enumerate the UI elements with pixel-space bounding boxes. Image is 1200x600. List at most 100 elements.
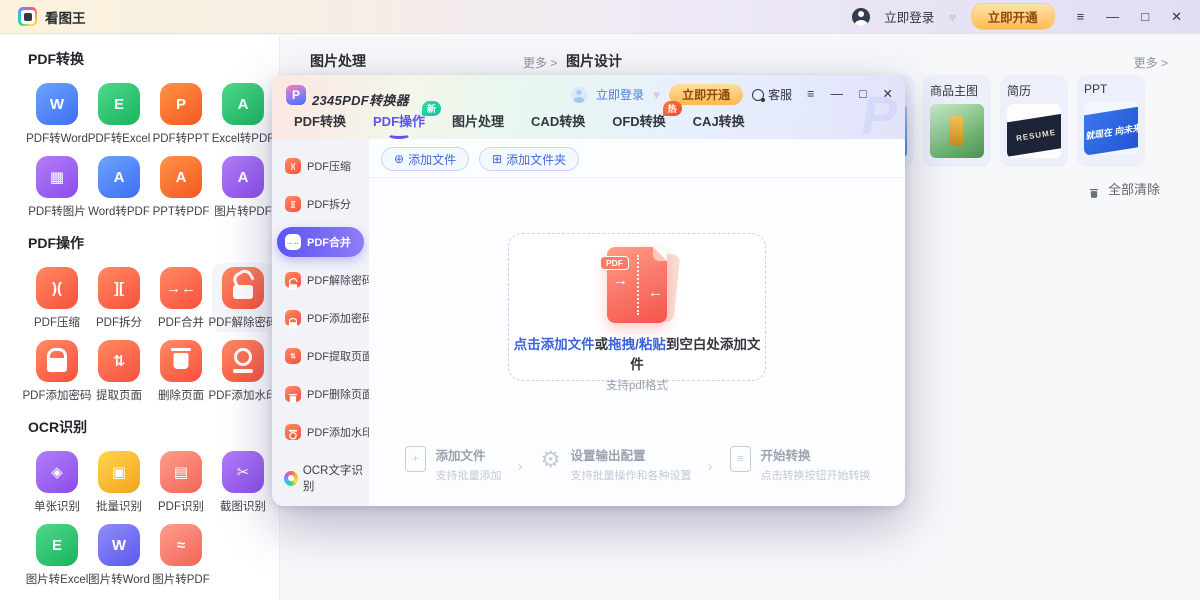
stamp-icon xyxy=(222,340,264,382)
more-link-image-design[interactable]: 更多 > xyxy=(1134,54,1168,71)
section-title: PDF操作 xyxy=(28,233,279,253)
app-title: 看图王 xyxy=(45,7,86,27)
merge-icon: →← xyxy=(286,235,300,249)
tab-PDF操作[interactable]: PDF操作新 xyxy=(373,111,425,130)
tool-item[interactable]: ▦PDF转图片 xyxy=(26,152,88,221)
add-file-icon: ⊕ xyxy=(394,152,404,166)
tool-item[interactable]: A 图片转PDF xyxy=(212,152,274,221)
tool-item[interactable]: ▤PDF识别 xyxy=(150,447,212,516)
tab-CAJ转换[interactable]: CAJ转换 xyxy=(693,111,745,130)
tool-item[interactable]: W图片转Word xyxy=(88,520,150,589)
add-file-step-icon: + xyxy=(404,445,428,473)
sidebar-item[interactable]: PDF解除密码 xyxy=(277,265,364,295)
sidebar-item[interactable]: PDF删除页面 xyxy=(277,379,364,409)
sidebar-item[interactable]: ⇅PDF提取页面 xyxy=(277,341,364,371)
tool-item[interactable]: WPDF转Word xyxy=(26,79,88,148)
upgrade-button[interactable]: 立即开通 xyxy=(971,3,1055,30)
login-link[interactable]: 立即登录 xyxy=(884,7,934,26)
menu-button[interactable]: ≡ xyxy=(807,88,814,101)
dialog-vip-heart-icon[interactable]: ♥ xyxy=(653,88,660,102)
card-art-text: RESUME xyxy=(1007,113,1061,158)
menu-button[interactable]: ≡ xyxy=(1077,10,1085,23)
tool-item[interactable]: ▣批量识别 xyxy=(88,447,150,516)
tool-item[interactable]: PDF添加水印 xyxy=(212,336,274,405)
tool-item[interactable]: E图片转Excel xyxy=(26,520,88,589)
single-ocr-icon: ◈ xyxy=(36,451,78,493)
tool-label: 删除页面 xyxy=(158,387,204,403)
compress-icon: )( xyxy=(286,159,300,173)
add-folder-button[interactable]: ⊞添加文件夹 xyxy=(479,147,579,171)
tool-item[interactable]: ≈图片转PDF xyxy=(150,520,212,589)
tool-label: PDF转Excel xyxy=(88,130,151,146)
design-card-ppt[interactable]: PPT就现在 向未来 xyxy=(1077,75,1145,167)
compress-icon: )( xyxy=(36,267,78,309)
tool-item[interactable]: PDF添加密码 xyxy=(26,336,88,405)
active-tab-underline xyxy=(387,130,411,139)
sidebar-footer-ocr[interactable]: OCR文字识别 xyxy=(284,462,369,494)
tool-item[interactable]: 删除页面 xyxy=(150,336,212,405)
tool-label: 单张识别 xyxy=(34,498,80,514)
tab-PDF转换[interactable]: PDF转换 xyxy=(294,111,346,130)
lock-icon xyxy=(36,340,78,382)
minimize-button[interactable]: — xyxy=(830,88,843,101)
compress-icon: )( xyxy=(285,158,301,174)
more-link-image-processing[interactable]: 更多 > xyxy=(523,54,557,71)
dialog-upgrade-button[interactable]: 立即开通 xyxy=(669,84,743,105)
dialog-support-button[interactable]: 客服 xyxy=(752,86,792,103)
tool-item[interactable]: AWord转PDF xyxy=(88,152,150,221)
dialog-login-link[interactable]: 立即登录 xyxy=(596,86,644,103)
file-plus-icon: + xyxy=(405,446,426,472)
tool-item[interactable]: →←PDF合并 xyxy=(150,263,212,332)
sidebar-item[interactable]: PDF添加密码 xyxy=(277,303,364,333)
dialog-sidebar: )(PDF压缩 ][PDF拆分 →←PDF合并 PDF解除密码 PDF添加密码 ⇅PDF提… xyxy=(272,139,369,506)
ppt-icon: P xyxy=(160,83,202,125)
clear-all-button[interactable]: 全部清除 xyxy=(1086,179,1160,198)
tool-item[interactable]: )(PDF压缩 xyxy=(26,263,88,332)
tool-item[interactable]: PDF解除密码 xyxy=(212,263,274,332)
sidebar-item[interactable]: ][PDF拆分 xyxy=(277,189,364,219)
tool-item[interactable]: ◈ 单张识别 xyxy=(26,447,88,516)
maximize-button[interactable]: □ xyxy=(1141,10,1149,23)
tool-label: PDF转PPT xyxy=(153,130,210,146)
vip-heart-icon[interactable]: ♥ xyxy=(948,9,956,25)
panel-title-image-processing: 图片处理 xyxy=(310,51,366,71)
dialog-tabs: PDF转换 PDF操作新 图片处理 CAD转换 OFD转换热 CAJ转换 xyxy=(294,111,745,130)
tab-CAD转换[interactable]: CAD转换 xyxy=(531,111,585,130)
design-card-product[interactable]: 商品主图 xyxy=(923,75,991,167)
minimize-button[interactable]: — xyxy=(1106,10,1119,23)
sidebar-item[interactable]: PDF添加水印 xyxy=(277,417,364,447)
dialog-toolbar: ⊕添加文件 ⊞添加文件夹 xyxy=(381,147,579,171)
lock-open-icon xyxy=(290,277,297,284)
pdf-doc-icon: A xyxy=(222,83,264,125)
tool-item[interactable]: ⇅提取页面 xyxy=(88,336,150,405)
word-icon: W xyxy=(36,83,78,125)
design-card-resume[interactable]: 简历RESUME xyxy=(1000,75,1068,167)
file-dropzone[interactable]: PDF → ← 点击添加文件或拖拽/粘贴到空白处添加文件 支持pdf格式 xyxy=(508,233,766,381)
tool-item[interactable]: ][PDF拆分 xyxy=(88,263,150,332)
tool-label: 图片转PDF xyxy=(214,203,272,219)
clear-all-label: 全部清除 xyxy=(1108,179,1160,198)
tool-item[interactable]: EPDF转Excel xyxy=(88,79,150,148)
tab-OFD转换[interactable]: OFD转换热 xyxy=(612,111,665,130)
step-subtitle: 支持批量添加 xyxy=(436,467,502,483)
sidebar-item[interactable]: →←PDF合并 xyxy=(277,227,364,257)
split-icon: ][ xyxy=(98,267,140,309)
headset-icon xyxy=(752,89,764,101)
tab-badge: 热 xyxy=(663,101,682,116)
add-file-button[interactable]: ⊕添加文件 xyxy=(381,147,469,171)
tool-item[interactable]: APPT转PDF xyxy=(150,152,212,221)
tool-label: PDF转图片 xyxy=(28,203,86,219)
tool-item[interactable]: ✂截图识别 xyxy=(212,447,274,516)
tab-图片处理[interactable]: 图片处理 xyxy=(452,111,504,130)
tool-item[interactable]: AExcel转PDF xyxy=(212,79,274,148)
close-button[interactable]: ✕ xyxy=(1171,10,1182,23)
tool-item[interactable]: P PDF转PPT xyxy=(150,79,212,148)
hint-segment: 拖拽/粘贴 xyxy=(608,337,666,352)
resume-thumbnail: RESUME xyxy=(1007,104,1061,158)
dialog-user-avatar[interactable] xyxy=(571,87,587,103)
pdf-merge-illustration: PDF → ← xyxy=(589,247,685,329)
sidebar-item[interactable]: )(PDF压缩 xyxy=(277,151,364,181)
user-avatar[interactable] xyxy=(852,8,870,26)
trash-icon xyxy=(1091,185,1098,192)
pdf-doc-icon: A xyxy=(222,156,264,198)
